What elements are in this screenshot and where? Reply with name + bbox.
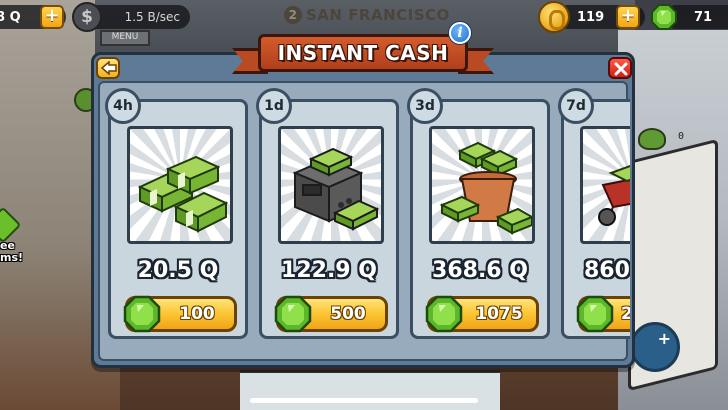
cash-amount: 368.6 Q: [432, 258, 528, 283]
add-cash-button[interactable]: +: [40, 5, 64, 29]
coin-icon: [538, 1, 570, 33]
gem-price: 500: [330, 304, 366, 324]
buy-button[interactable]: 1075: [425, 295, 539, 333]
gem-price: 24: [615, 299, 630, 329]
buy-button[interactable]: 500: [274, 295, 388, 333]
top-bar: 8 Q + 1.5 B/sec $ 2 SAN FRANCISCO 119 + 7…: [0, 0, 728, 34]
add-coins-button[interactable]: +: [616, 5, 640, 29]
duration-badge: 3d: [407, 88, 443, 124]
cash-bundles-icon: [127, 126, 233, 244]
gem-icon: [425, 295, 463, 333]
cash-plant-pot-icon: [429, 126, 535, 244]
cash-value: 8 Q: [0, 9, 21, 25]
coin-value: 119: [577, 9, 605, 25]
build-button[interactable]: +: [630, 322, 680, 372]
duration-badge: 7d: [558, 88, 594, 124]
cash-register-icon: [278, 126, 384, 244]
back-button[interactable]: [96, 57, 120, 79]
dollar-icon: $: [72, 2, 102, 32]
dialog-title: INSTANT CASH: [258, 34, 468, 72]
gem-value: 71: [694, 9, 713, 25]
close-icon: [614, 62, 628, 76]
gem-icon: [123, 295, 161, 333]
gem-price: 100: [179, 304, 215, 324]
offers-list[interactable]: 20.5 Q 100 122.9 Q 500 368.6 Q 1075 860 …: [97, 80, 630, 364]
bottom-shelf: [240, 370, 500, 410]
offer-card[interactable]: 20.5 Q 100: [108, 99, 248, 339]
cash-wheelbarrow-icon: [580, 126, 630, 244]
city-label[interactable]: 2 SAN FRANCISCO: [284, 6, 450, 24]
cash-rate-value: 1.5 B/sec: [124, 10, 180, 24]
offer-card[interactable]: 860. 24: [561, 99, 630, 339]
gem-icon: [274, 295, 312, 333]
dialog-title-banner: INSTANT CASH: [232, 34, 494, 76]
plant-icon: [638, 128, 666, 150]
duration-badge: 4h: [105, 88, 141, 124]
counter-tag: 0: [678, 131, 685, 142]
buy-button[interactable]: 24: [576, 295, 630, 333]
home-indicator[interactable]: [250, 398, 478, 403]
free-gems-label[interactable]: ee ms!: [0, 240, 23, 264]
close-button[interactable]: [608, 57, 632, 79]
cash-amount: 20.5 Q: [137, 258, 219, 283]
gem-icon: [651, 4, 677, 30]
arrow-left-icon: [101, 61, 117, 75]
offer-card[interactable]: 368.6 Q 1075: [410, 99, 550, 339]
cash-amount: 860.: [584, 258, 630, 283]
gem-price: 1075: [475, 304, 523, 324]
plus-icon: +: [657, 329, 671, 348]
offer-card[interactable]: 122.9 Q 500: [259, 99, 399, 339]
buy-button[interactable]: 100: [123, 295, 237, 333]
city-name: SAN FRANCISCO: [306, 6, 450, 24]
gem-icon: [576, 295, 614, 333]
city-number: 2: [284, 6, 302, 24]
info-button[interactable]: i: [449, 22, 471, 44]
cash-amount: 122.9 Q: [281, 258, 377, 283]
duration-badge: 1d: [256, 88, 292, 124]
